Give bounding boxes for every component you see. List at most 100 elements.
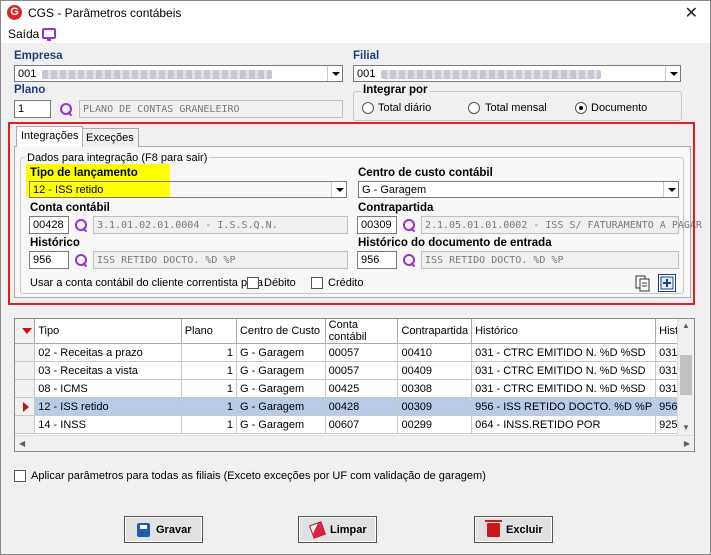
cell-tipo: 03 - Receitas a vista [34,361,182,380]
radio-total-mensal[interactable] [468,102,480,114]
col-header-contrapartida[interactable]: Contrapartida [397,319,473,344]
radio-documento-label: Documento [591,102,648,114]
aplicar-checkbox[interactable] [14,470,26,482]
radio-total-diario-label: Total diário [378,102,432,114]
radio-total-diario[interactable] [362,102,374,114]
grid-header-row: Tipo Plano Centro de Custo Conta contábi… [15,319,694,344]
parametros-window: G CGS - Parâmetros contábeis ✕ Saída Emp… [0,0,711,555]
app-logo-icon: G [7,5,22,20]
col-header-historico[interactable]: Histórico [471,319,657,344]
empresa-value: 001 [18,68,37,80]
radio-total-mensal-label: Total mensal [485,102,547,114]
cell-centro: G - Garagem [236,397,326,416]
empresa-label: Empresa [14,50,63,62]
cell-conta: 00057 [325,343,399,362]
row-indicator [15,343,36,362]
empresa-select[interactable]: 001 [14,65,343,82]
aplicar-label: Aplicar parâmetros para todas as filiais… [31,470,486,482]
redacted-text [42,69,273,79]
chevron-down-icon[interactable] [327,66,342,81]
scroll-thumb[interactable] [680,355,692,395]
cell-historico: 031 - CTRC EMITIDO N. %D %SD [471,343,657,362]
filial-label: Filial [353,50,380,62]
close-button[interactable]: ✕ [685,3,698,23]
cell-centro: G - Garagem [236,415,326,434]
cell-historico: 031 - CTRC EMITIDO N. %D %SD [471,361,657,380]
row-indicator [15,379,36,398]
row-indicator [15,397,36,416]
horizontal-scrollbar[interactable]: ◀ ▶ [15,435,694,451]
scroll-right-icon[interactable]: ▶ [684,439,690,448]
menu-saida[interactable]: Saída [8,27,39,41]
cell-tipo: 08 - ICMS [34,379,182,398]
plano-code-input[interactable]: 1 [14,100,51,118]
grid-table: Tipo Plano Centro de Custo Conta contábi… [15,319,694,434]
cell-plano: 1 [181,397,237,416]
menu-bar: Saída [1,25,710,43]
table-row[interactable]: 03 - Receitas a vista 1 G - Garagem 0005… [15,361,694,380]
cell-contrapartida: 00308 [397,379,473,398]
cell-plano: 1 [181,415,237,434]
cell-centro: G - Garagem [236,361,326,380]
row-indicator [15,415,36,434]
cell-historico: 064 - INSS.RETIDO POR [471,415,657,434]
cell-plano: 1 [181,343,237,362]
chevron-down-icon[interactable] [665,66,680,81]
cell-centro: G - Garagem [236,379,326,398]
current-row-arrow-icon [23,401,29,412]
scroll-up-icon[interactable]: ▲ [682,321,690,330]
excluir-button[interactable]: Excluir [474,516,553,543]
excluir-label: Excluir [506,524,543,536]
col-header-tipo[interactable]: Tipo [34,319,182,344]
window-title: CGS - Parâmetros contábeis [28,6,182,20]
tab-integracoes[interactable]: Integrações [16,126,84,147]
cell-contrapartida: 00410 [397,343,473,362]
parametros-grid[interactable]: Tipo Plano Centro de Custo Conta contábi… [14,318,695,452]
header-indicator [15,319,36,344]
cell-historico: 956 - ISS RETIDO DOCTO. %D %P [471,397,657,416]
search-icon[interactable] [59,102,73,116]
cell-contrapartida: 00309 [397,397,473,416]
gravar-button[interactable]: Gravar [124,516,203,543]
title-bar: G CGS - Parâmetros contábeis ✕ [1,1,710,25]
col-header-conta[interactable]: Conta contábil [325,319,399,344]
monitor-icon[interactable] [42,28,56,41]
cell-contrapartida: 00299 [397,415,473,434]
cell-centro: G - Garagem [236,343,326,362]
radio-documento[interactable] [575,102,587,114]
plano-label: Plano [14,84,46,96]
trash-icon [485,520,502,537]
plano-desc-field: PLANO DE CONTAS GRANELEIRO [79,100,343,118]
gravar-label: Gravar [156,524,192,536]
table-row[interactable]: 02 - Receitas a prazo 1 G - Garagem 0005… [15,343,694,362]
scroll-left-icon[interactable]: ◀ [19,439,25,448]
redacted-text [381,69,602,79]
cell-conta: 00425 [325,379,399,398]
col-header-centro[interactable]: Centro de Custo [236,319,326,344]
limpar-button[interactable]: Limpar [298,516,377,543]
row-indicator [15,361,36,380]
table-row[interactable]: 08 - ICMS 1 G - Garagem 00425 00308 031 … [15,379,694,398]
scroll-down-icon[interactable]: ▼ [682,423,690,432]
filial-value: 001 [357,68,376,80]
cell-plano: 1 [181,361,237,380]
table-row[interactable]: 14 - INSS 1 G - Garagem 00607 00299 064 … [15,415,694,434]
cell-plano: 1 [181,379,237,398]
annotation-frame [8,122,695,305]
vertical-scrollbar[interactable]: ▲ ▼ [677,319,694,435]
cell-conta: 00428 [325,397,399,416]
cell-contrapartida: 00409 [397,361,473,380]
save-icon [137,523,150,537]
filial-select[interactable]: 001 [353,65,681,82]
col-header-plano[interactable]: Plano [181,319,237,344]
cell-tipo: 14 - INSS [34,415,182,434]
cell-conta: 00607 [325,415,399,434]
limpar-label: Limpar [330,524,367,536]
table-row-selected[interactable]: 12 - ISS retido 1 G - Garagem 00428 0030… [15,397,694,416]
cell-tipo: 02 - Receitas a prazo [34,343,182,362]
cell-conta: 00057 [325,361,399,380]
integrar-label: Integrar por [361,84,430,96]
cell-tipo: 12 - ISS retido [34,397,182,416]
cell-historico: 031 - CTRC EMITIDO N. %D %SD [471,379,657,398]
eraser-icon [308,521,327,539]
